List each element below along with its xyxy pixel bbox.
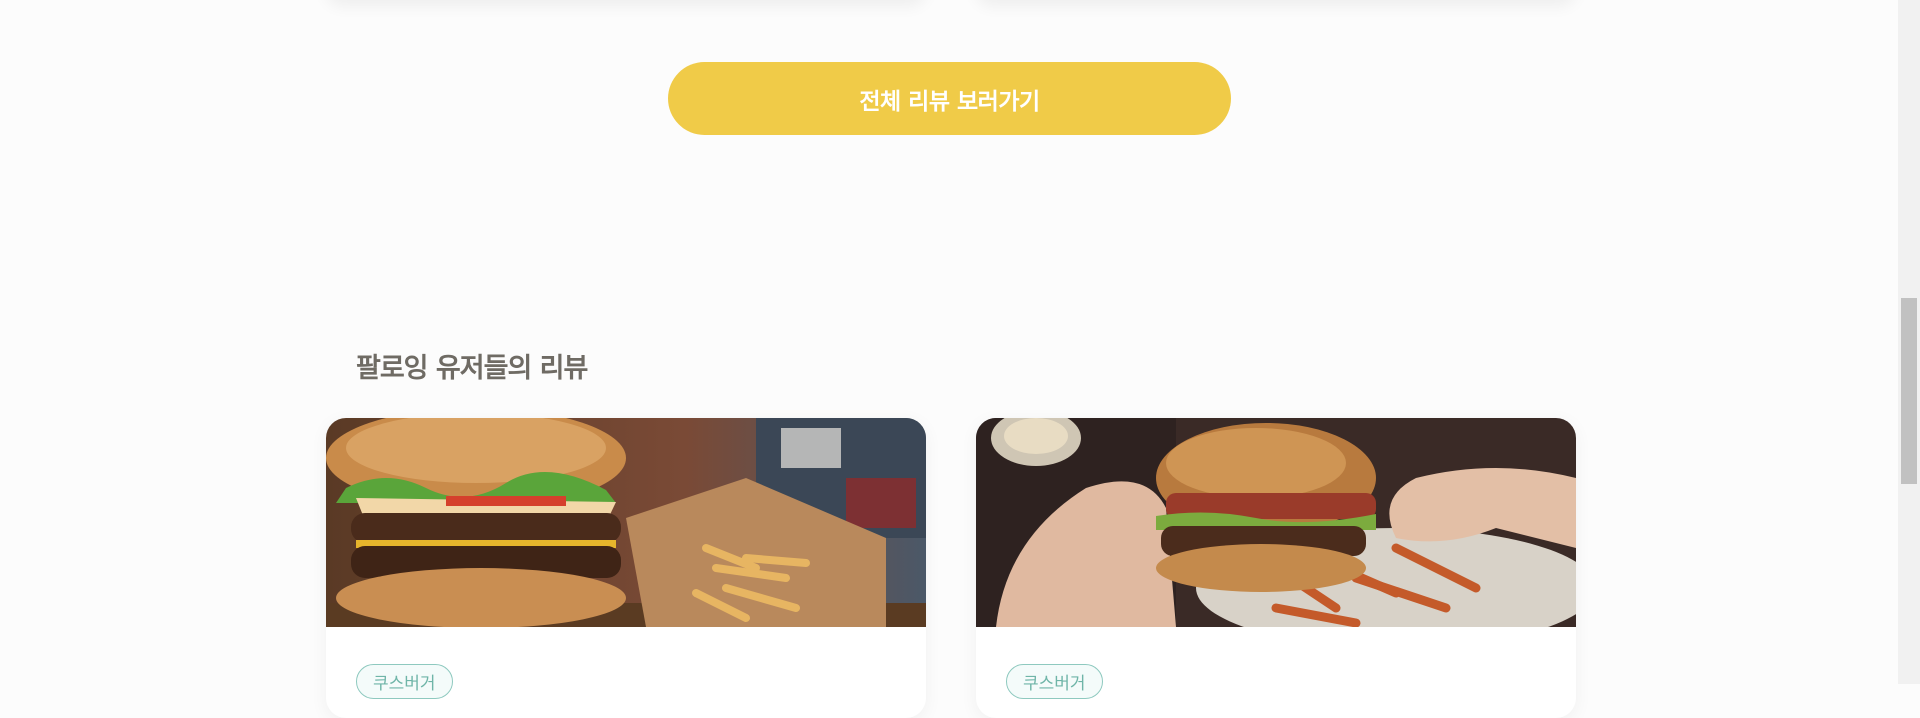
review-card[interactable]: 쿠스버거 [976,418,1576,718]
burger-and-fries-photo[interactable] [326,418,926,627]
review-tag[interactable]: 쿠스버거 [1006,664,1103,699]
review-card[interactable]: 쿠스버거 [326,418,926,718]
view-all-reviews-button[interactable]: 전체 리뷰 보러가기 [668,62,1231,135]
hands-holding-burger-photo[interactable] [976,418,1576,627]
section-title: 팔로잉 유저들의 리뷰 [356,353,588,384]
scrollbar-thumb[interactable] [1901,298,1917,484]
vertical-scrollbar[interactable] [1898,0,1920,684]
review-tag[interactable]: 쿠스버거 [356,664,453,699]
